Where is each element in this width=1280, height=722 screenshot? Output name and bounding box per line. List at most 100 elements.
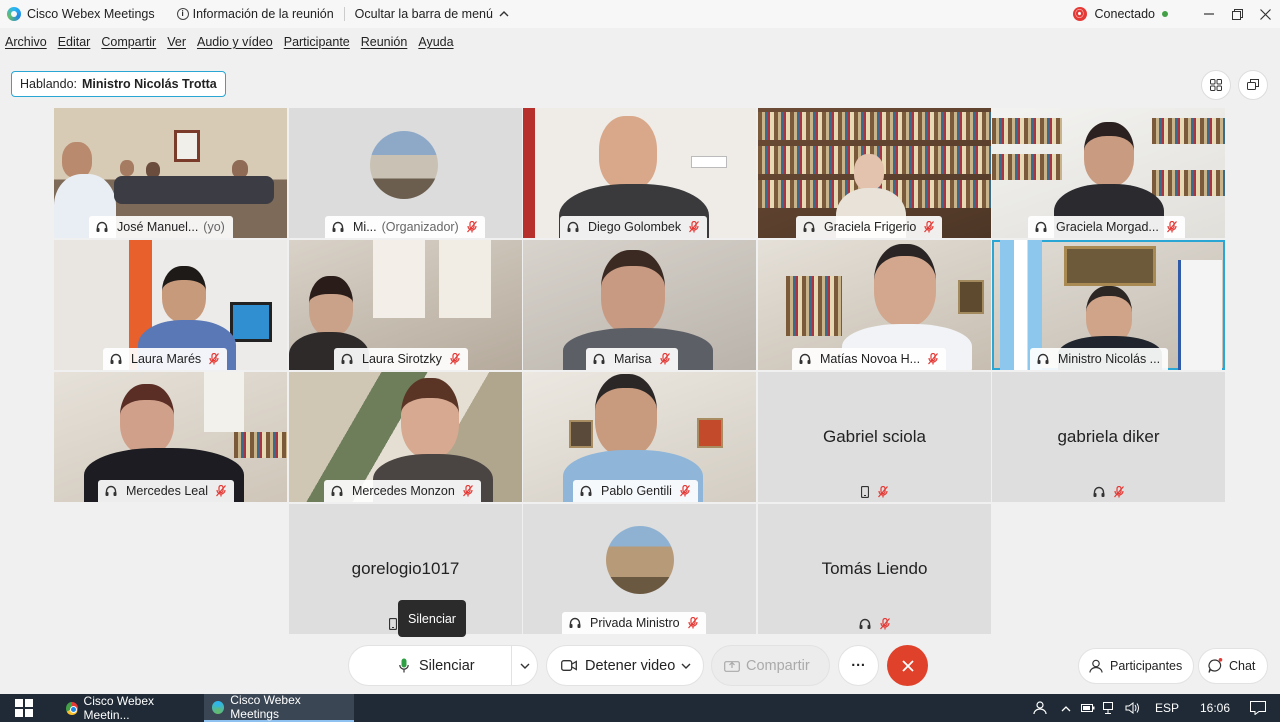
- share-label: Compartir: [746, 657, 810, 674]
- close-button[interactable]: [1251, 0, 1279, 28]
- video-tile-jose-manuel[interactable]: José Manuel... (yo): [54, 108, 287, 238]
- menu-editar[interactable]: Editar: [53, 35, 97, 49]
- webex-icon: [212, 700, 225, 714]
- headset-icon: [332, 221, 344, 233]
- meeting-info-label: Información de la reunión: [192, 7, 334, 21]
- video-tile-mercedes-leal[interactable]: Mercedes Leal: [54, 372, 287, 502]
- battery-icon[interactable]: [1080, 703, 1095, 713]
- video-tile-graciela-frigerio[interactable]: Graciela Frigerio: [758, 108, 991, 238]
- video-tile-laura-mares[interactable]: Laura Marés: [54, 240, 287, 370]
- video-tile-matias-novoa[interactable]: Matías Novoa H...: [758, 240, 991, 370]
- active-speaker-indicator: Hablando: Ministro Nicolás Trotta: [11, 71, 226, 97]
- participant-head: [1084, 122, 1134, 186]
- menu-archivo[interactable]: Archivo: [0, 35, 53, 49]
- grid-view-button[interactable]: [1201, 70, 1231, 100]
- air-conditioner: [691, 156, 727, 168]
- headset-icon: [96, 221, 108, 233]
- meeting-info-button[interactable]: i Información de la reunión: [167, 0, 344, 28]
- notifications-icon[interactable]: [1250, 701, 1266, 715]
- bookshelf: [992, 118, 1062, 144]
- chevron-down-icon[interactable]: [681, 663, 691, 669]
- people-icon[interactable]: [1033, 701, 1047, 715]
- muted-mic-icon: [689, 221, 699, 233]
- avatar-tile-privada-ministro[interactable]: Privada Ministro: [523, 504, 756, 634]
- chat-button[interactable]: Chat: [1198, 648, 1268, 684]
- restore-button[interactable]: [1223, 0, 1251, 28]
- participant-head: [162, 266, 206, 322]
- painting: [1064, 246, 1156, 286]
- menu-ayuda[interactable]: Ayuda: [413, 35, 459, 49]
- video-tile-pablo-gentili[interactable]: Pablo Gentili: [523, 372, 756, 502]
- menu-participante[interactable]: Participante: [279, 35, 356, 49]
- language-indicator[interactable]: ESP: [1155, 701, 1179, 715]
- participant-name: Privada Ministro: [590, 616, 680, 630]
- clock[interactable]: 16:06: [1200, 701, 1230, 715]
- taskbar-app-label: Cisco Webex Meetin...: [83, 694, 155, 722]
- video-camera-icon: [561, 660, 577, 671]
- more-options-label: ···: [851, 657, 866, 674]
- video-tile-mercedes-monzon[interactable]: Mercedes Monzon: [289, 372, 522, 502]
- participants-button[interactable]: Participantes: [1078, 648, 1194, 684]
- mute-label: Silenciar: [419, 657, 475, 674]
- muted-mic-icon: [1114, 486, 1124, 498]
- name-tag: Diego Golombek: [560, 216, 708, 238]
- avatar: [370, 131, 438, 199]
- name-tile-gabriel-sciola[interactable]: Gabriel sciola: [758, 372, 991, 502]
- avatar-tile-organizer[interactable]: Mi... (Organizador): [289, 108, 522, 238]
- minimize-icon: [1204, 13, 1214, 15]
- participant-head: [595, 374, 657, 456]
- taskbar-app-chrome[interactable]: Cisco Webex Meetin...: [58, 694, 198, 722]
- hide-menu-button[interactable]: Ocultar la barra de menú: [345, 0, 520, 28]
- minimize-button[interactable]: [1195, 0, 1223, 28]
- share-icon: [724, 661, 740, 672]
- participant-head: [854, 154, 884, 190]
- monitor: [230, 302, 272, 342]
- window-title: Cisco Webex Meetings: [27, 7, 155, 21]
- video-tile-marisa[interactable]: Marisa: [523, 240, 756, 370]
- muted-mic-icon: [467, 221, 477, 233]
- window: [373, 240, 425, 318]
- chevron-up-icon[interactable]: [1061, 705, 1071, 712]
- windows-stack-icon: [1247, 79, 1259, 90]
- taskbar-app-webex[interactable]: Cisco Webex Meetings: [204, 693, 354, 722]
- participant-name: Ministro Nicolás ...: [1058, 352, 1161, 366]
- network-icon[interactable]: [1102, 702, 1117, 714]
- video-tile-diego-golombek[interactable]: Diego Golombek: [523, 108, 756, 238]
- participant-name: Diego Golombek: [588, 220, 682, 234]
- chevron-down-icon: [520, 663, 530, 669]
- video-tile-laura-sirotzky[interactable]: Laura Sirotzky: [289, 240, 522, 370]
- connection-status[interactable]: ⦿ Conectado: [1072, 0, 1168, 28]
- hide-menu-label: Ocultar la barra de menú: [354, 7, 493, 21]
- audio-options-dropdown[interactable]: [511, 645, 537, 686]
- video-tile-graciela-morgade[interactable]: Graciela Morgad...: [992, 108, 1225, 238]
- video-tile-ministro-nicolas[interactable]: Ministro Nicolás ...: [992, 240, 1225, 370]
- participant-name: Laura Marés: [131, 352, 202, 366]
- speaker-icon[interactable]: [1125, 702, 1141, 714]
- participant-head: [601, 250, 665, 334]
- bookshelf: [1152, 118, 1225, 144]
- end-meeting-button[interactable]: [887, 645, 928, 686]
- tile-status-icons: [758, 618, 991, 630]
- stop-video-button[interactable]: Detener video: [547, 658, 679, 674]
- name-tile-gabriela-diker[interactable]: gabriela diker: [992, 372, 1225, 502]
- menu-compartir[interactable]: Compartir: [96, 35, 162, 49]
- menu-reunion[interactable]: Reunión: [356, 35, 414, 49]
- start-button[interactable]: [0, 694, 48, 722]
- name-tile-tomas-liendo[interactable]: Tomás Liendo: [758, 504, 991, 634]
- more-options-button[interactable]: ···: [838, 645, 879, 686]
- avatar: [606, 526, 674, 594]
- layout-button[interactable]: [1238, 70, 1268, 100]
- phone-icon: [861, 486, 869, 498]
- menu-audio-video[interactable]: Audio y vídeo: [192, 35, 279, 49]
- name-tag: Pablo Gentili: [573, 480, 698, 502]
- headset-icon: [110, 353, 122, 365]
- mute-control: Silenciar: [348, 645, 538, 686]
- headset-icon: [799, 353, 811, 365]
- share-button[interactable]: Compartir: [711, 645, 830, 686]
- mute-button[interactable]: Silenciar: [349, 658, 511, 674]
- menu-ver[interactable]: Ver: [162, 35, 192, 49]
- windows-taskbar: Cisco Webex Meetin... Cisco Webex Meetin…: [0, 693, 1280, 722]
- headset-icon: [593, 353, 605, 365]
- bookshelf: [234, 432, 287, 458]
- chat-label: Chat: [1229, 659, 1256, 673]
